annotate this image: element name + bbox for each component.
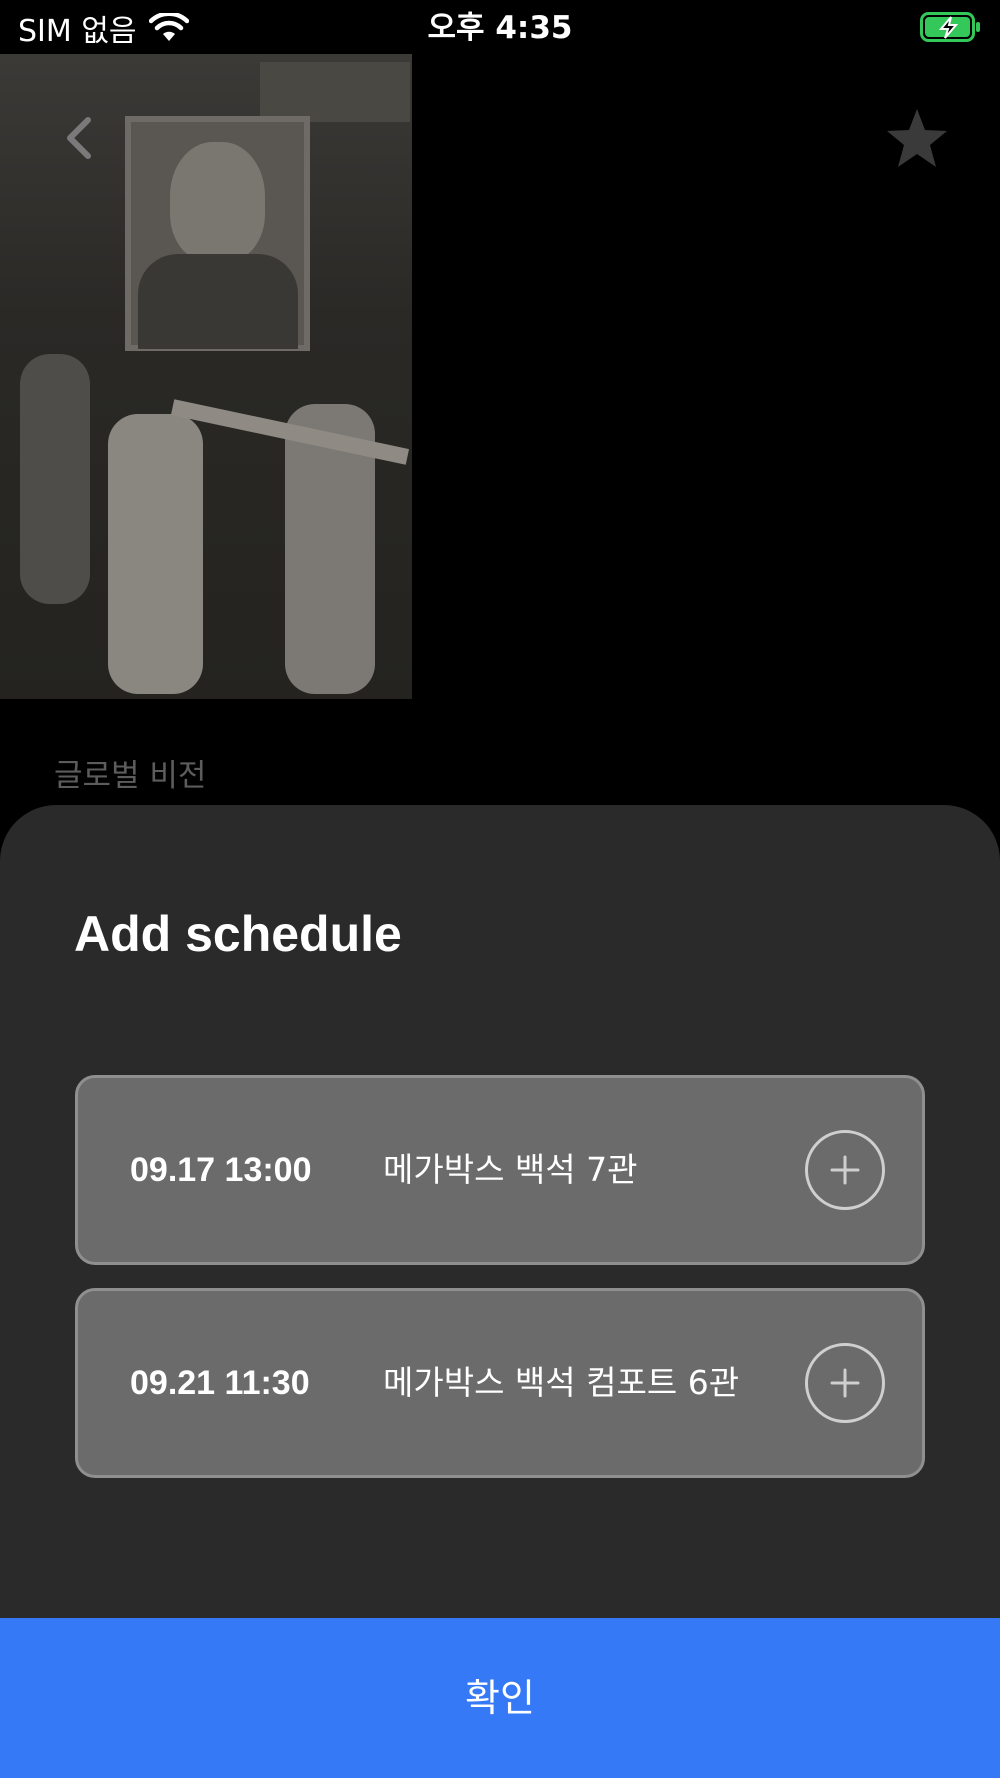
schedule-place: 메가박스 백석 컴포트 6관 [383,1363,740,1402]
add-schedule-button[interactable] [805,1343,885,1423]
schedule-datetime: 09.21 11:30 [130,1364,310,1402]
status-bar: SIM 없음 오후 4:35 [0,0,1000,54]
confirm-button[interactable]: 확인 [0,1618,1000,1778]
schedule-datetime: 09.17 13:00 [130,1151,312,1189]
schedule-place: 메가박스 백석 7관 [383,1150,638,1189]
schedule-row[interactable]: 09.17 13:00 메가박스 백석 7관 [75,1075,925,1265]
chevron-left-icon[interactable] [62,114,96,162]
hero-section [0,54,1000,699]
plus-icon [830,1368,860,1398]
star-icon[interactable] [884,106,950,172]
plus-icon [830,1155,860,1185]
battery-charging-icon [920,12,982,42]
sheet-title: Add schedule [74,906,402,962]
status-time: 오후 4:35 [427,10,573,46]
schedule-row[interactable]: 09.21 11:30 메가박스 백석 컴포트 6관 [75,1288,925,1478]
background-caption: 글로벌 비전 [54,758,207,794]
add-schedule-button[interactable] [805,1130,885,1210]
